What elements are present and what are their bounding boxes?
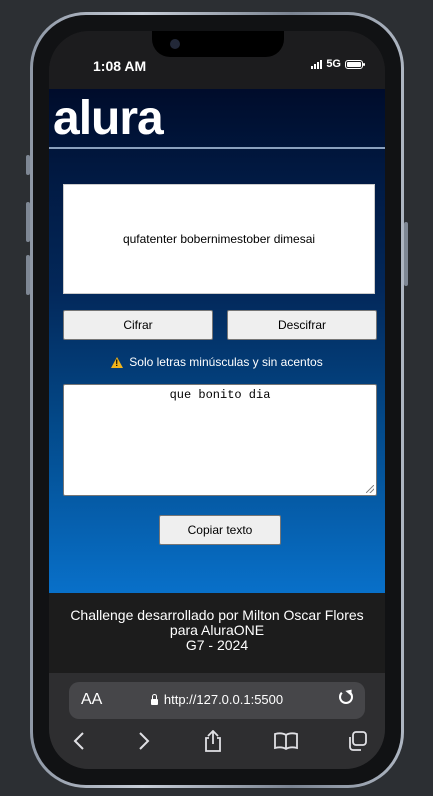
phone-bezel: 1:08 AM 5G alura qufatenter bobernimesto… (33, 15, 401, 785)
footer-line2: para AluraONE (169, 622, 265, 638)
header: alura (49, 89, 385, 149)
back-icon[interactable] (67, 729, 91, 753)
decrypt-button[interactable]: Descifrar (227, 310, 377, 340)
address-bar[interactable]: AA http://127.0.0.1:5500 (69, 682, 365, 719)
power-button (404, 222, 408, 286)
mute-switch (26, 155, 30, 175)
forward-icon[interactable] (132, 729, 156, 753)
copy-button[interactable]: Copiar texto (159, 515, 281, 545)
warning-message: Solo letras minúsculas y sin acentos (49, 355, 385, 369)
web-content: alura qufatenter bobernimestober dimesai… (49, 89, 385, 593)
output-textarea[interactable]: que bonito dia (63, 384, 377, 496)
camera (170, 39, 180, 49)
footer: Challenge desarrollado por Milton Oscar … (49, 593, 385, 673)
browser-chrome: AA http://127.0.0.1:5500 (49, 673, 385, 769)
encrypt-button[interactable]: Cifrar (63, 310, 213, 340)
warning-text: Solo letras minúsculas y sin acentos (129, 355, 323, 369)
phone-frame: 1:08 AM 5G alura qufatenter bobernimesto… (26, 12, 408, 788)
tabs-icon[interactable] (345, 729, 369, 753)
footer-line3: G7 - 2024 (185, 637, 249, 653)
resize-handle-icon[interactable] (366, 485, 374, 493)
status-bar: 1:08 AM 5G (49, 31, 385, 89)
signal-icon (311, 59, 323, 69)
share-icon[interactable] (201, 729, 225, 753)
browser-toolbar (49, 729, 385, 759)
bookmarks-icon[interactable] (274, 729, 298, 753)
url-display[interactable]: http://127.0.0.1:5500 (69, 692, 365, 707)
status-indicators: 5G (311, 58, 365, 70)
notch (152, 31, 284, 57)
input-text-area[interactable]: qufatenter bobernimestober dimesai (63, 184, 375, 294)
lock-icon (150, 694, 158, 705)
status-time: 1:08 AM (93, 58, 147, 74)
output-text: que bonito dia (169, 388, 271, 402)
alura-logo: alura (53, 92, 164, 145)
footer-line1: Challenge desarrollado por Milton Oscar … (70, 607, 364, 623)
volume-up-button (26, 202, 30, 242)
battery-icon (345, 59, 365, 69)
warning-icon (111, 356, 124, 368)
network-label: 5G (326, 58, 341, 70)
volume-down-button (26, 255, 30, 295)
reload-icon[interactable] (339, 690, 353, 704)
url-text: http://127.0.0.1:5500 (163, 692, 284, 707)
phone-screen: 1:08 AM 5G alura qufatenter bobernimesto… (49, 31, 385, 769)
